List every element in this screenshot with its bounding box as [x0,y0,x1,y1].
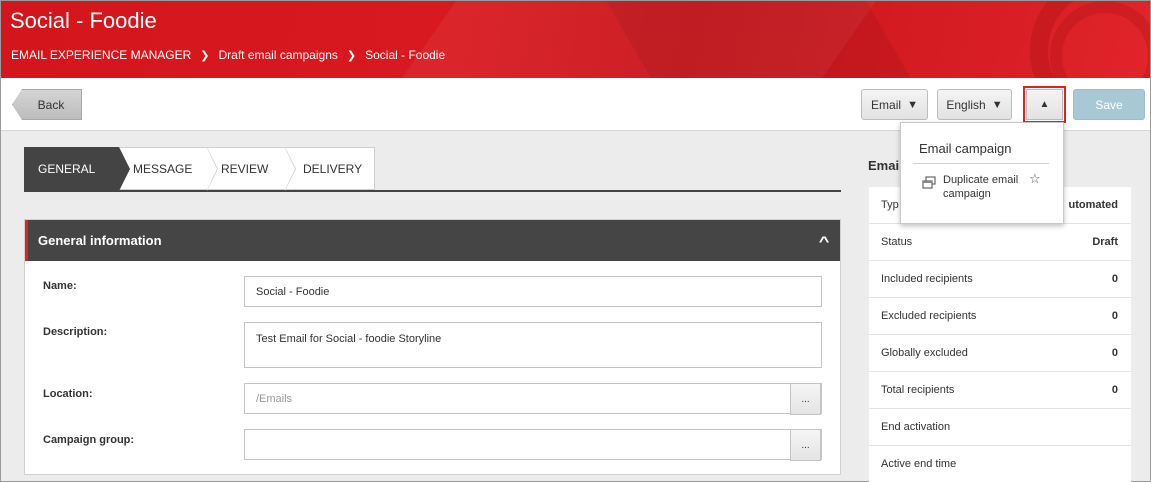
info-row-excluded-recipients: Excluded recipients 0 [869,298,1131,335]
duplicate-email-campaign-label: Duplicate email campaign [943,174,1019,200]
breadcrumb-item-email-experience-manager[interactable]: EMAIL EXPERIENCE MANAGER [11,48,191,62]
location-placeholder: /Emails [256,392,293,405]
caret-up-icon: ▲ [1026,89,1063,120]
tab-label: REVIEW [221,161,269,176]
campaign-group-label: Campaign group: [43,434,135,446]
name-label: Name: [43,280,77,292]
info-row-globally-excluded: Globally excluded 0 [869,335,1131,372]
email-info-list: Typ utomated Status Draft Included recip… [869,187,1131,482]
breadcrumb-item-draft-email-campaigns[interactable]: Draft email campaigns [218,48,337,62]
info-label: Globally excluded [881,347,968,359]
email-dropdown-button[interactable]: Email ▼ [861,89,928,120]
info-row-total-recipients: Total recipients 0 [869,372,1131,409]
chevron-up-icon[interactable]: ^ [819,233,830,249]
tab-underline [24,190,841,192]
location-input[interactable]: /Emails ... [244,383,822,415]
tab-label: GENERAL [38,161,96,176]
campaign-group-input[interactable]: ... [244,429,822,461]
language-dropdown-label: English [946,97,986,112]
caret-down-icon: ▼ [907,98,918,111]
email-dropdown-label: Email [871,97,902,112]
info-label: Included recipients [881,273,973,285]
back-button[interactable]: Back [12,89,82,120]
location-label: Location: [43,388,93,400]
info-label: Active end time [881,458,957,470]
tab-message[interactable]: MESSAGE [119,147,218,191]
info-row-active-end-time: Active end time [869,446,1131,482]
breadcrumb: EMAIL EXPERIENCE MANAGER ❯ Draft email c… [11,48,445,62]
info-value: 0 [1111,273,1118,285]
general-information-panel: General information ^ Name: Social - Foo… [24,219,841,475]
info-value: utomated [1068,199,1119,211]
duplicate-email-campaign-item[interactable]: Duplicate email campaign ☆ [921,171,1041,201]
page-title: Social - Foodie [10,8,157,33]
dropdown-divider [913,163,1049,164]
info-label: Total recipients [881,384,955,396]
collapse-actions-button[interactable]: ▲ [1023,86,1066,123]
save-button[interactable]: Save [1073,89,1145,120]
dropdown-title: Email campaign [919,141,1012,156]
tab-label: MESSAGE [133,161,193,176]
star-icon[interactable]: ☆ [1029,171,1041,187]
info-row-end-activation: End activation [869,409,1131,446]
info-label: Excluded recipients [881,310,977,322]
name-value: Social - Foodie [256,285,330,298]
info-row-included-recipients: Included recipients 0 [869,261,1131,298]
info-value: Draft [1092,236,1118,248]
tab-review[interactable]: REVIEW [207,147,296,191]
tab-label: DELIVERY [303,161,363,176]
description-label: Description: [43,326,108,338]
info-label: End activation [881,421,951,433]
description-value: Test Email for Social - foodie Storyline [256,333,442,345]
tab-delivery[interactable]: DELIVERY [285,147,375,190]
language-dropdown-button[interactable]: English ▼ [937,89,1012,120]
tab-arrow [207,148,217,190]
tab-general[interactable]: GENERAL [24,147,130,191]
tab-arrow [285,148,295,190]
app-header: Social - Foodie EMAIL EXPERIENCE MANAGER… [1,1,1150,78]
info-value: 0 [1111,347,1118,359]
caret-down-icon: ▼ [991,98,1003,111]
tab-arrow [119,148,129,190]
chevron-right-icon: ❯ [346,49,357,62]
panel-header[interactable]: General information ^ [25,220,840,261]
info-label: Typ [881,199,899,211]
email-info-title: Emai [868,158,900,173]
name-input[interactable]: Social - Foodie [244,276,822,307]
chevron-right-icon: ❯ [200,49,210,62]
campaign-group-browse-button[interactable]: ... [790,429,821,461]
actions-dropdown: Email campaign Duplicate email campaign … [900,122,1064,224]
wizard-tabs: GENERAL MESSAGE REVIEW DELIVERY [24,147,375,191]
duplicate-icon [922,176,936,189]
panel-title: General information [38,233,162,248]
header-decoration [594,1,948,78]
description-textarea[interactable]: Test Email for Social - foodie Storyline [244,322,822,368]
info-row-status: Status Draft [869,224,1131,261]
info-label: Status [881,236,913,248]
location-browse-button[interactable]: ... [790,383,821,415]
breadcrumb-item-current: Social - Foodie [365,48,446,62]
info-value: 0 [1111,384,1118,396]
info-value: 0 [1111,310,1118,322]
